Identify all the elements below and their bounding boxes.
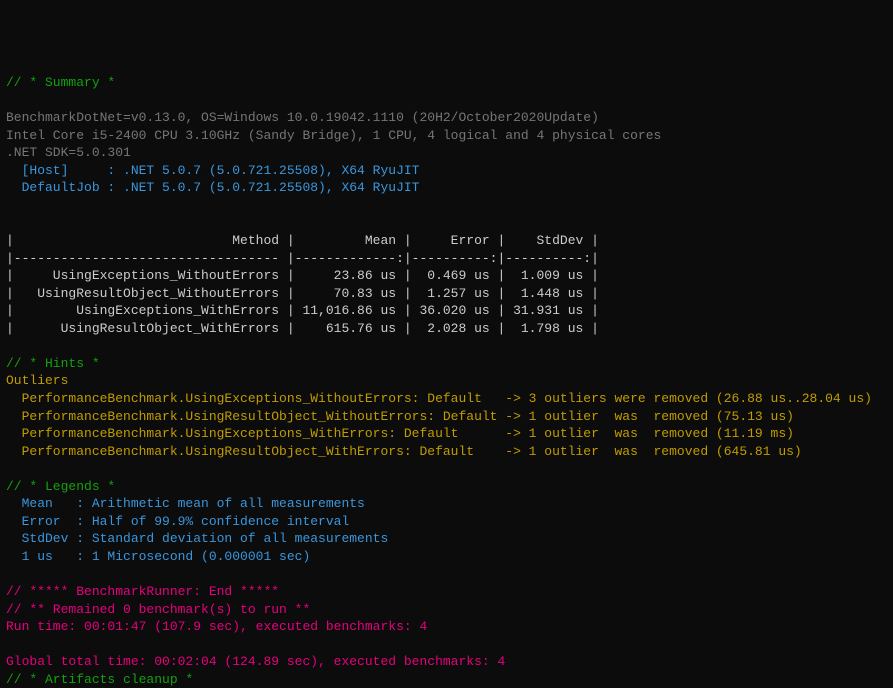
outlier-line: PerformanceBenchmark.UsingExceptions_Wit… <box>6 426 794 441</box>
table-row: | UsingResultObject_WithoutErrors | 70.8… <box>6 286 599 301</box>
legend-line: Error : Half of 99.9% confidence interva… <box>6 514 349 529</box>
runner-end: // ***** BenchmarkRunner: End ***** <box>6 584 279 599</box>
table-row: | UsingExceptions_WithoutErrors | 23.86 … <box>6 268 599 283</box>
legend-line: 1 us : 1 Microsecond (0.000001 sec) <box>6 549 310 564</box>
table-header: | Method | Mean | Error | StdDev | <box>6 233 599 248</box>
table-row: | UsingResultObject_WithErrors | 615.76 … <box>6 321 599 336</box>
legends-header: // * Legends * <box>6 479 115 494</box>
env-info-line: BenchmarkDotNet=v0.13.0, OS=Windows 10.0… <box>6 110 599 125</box>
table-divider: |---------------------------------- |---… <box>6 251 599 266</box>
legend-line: Mean : Arithmetic mean of all measuremen… <box>6 496 365 511</box>
hints-header: // * Hints * <box>6 356 100 371</box>
global-time-line: Global total time: 00:02:04 (124.89 sec)… <box>6 654 505 669</box>
outlier-line: PerformanceBenchmark.UsingResultObject_W… <box>6 409 794 424</box>
outliers-label: Outliers <box>6 373 68 388</box>
artifacts-line: // * Artifacts cleanup * <box>6 672 193 687</box>
legend-line: StdDev : Standard deviation of all measu… <box>6 531 388 546</box>
remained-line: // ** Remained 0 benchmark(s) to run ** <box>6 602 310 617</box>
outlier-line: PerformanceBenchmark.UsingResultObject_W… <box>6 444 802 459</box>
table-row: | UsingExceptions_WithErrors | 11,016.86… <box>6 303 599 318</box>
summary-header: // * Summary * <box>6 75 115 90</box>
env-job-line: DefaultJob : .NET 5.0.7 (5.0.721.25508),… <box>6 180 419 195</box>
run-time-line: Run time: 00:01:47 (107.9 sec), executed… <box>6 619 427 634</box>
outlier-line: PerformanceBenchmark.UsingExceptions_Wit… <box>6 391 872 406</box>
env-info-line: Intel Core i5-2400 CPU 3.10GHz (Sandy Br… <box>6 128 661 143</box>
env-info-line: .NET SDK=5.0.301 <box>6 145 131 160</box>
env-host-line: [Host] : .NET 5.0.7 (5.0.721.25508), X64… <box>6 163 419 178</box>
